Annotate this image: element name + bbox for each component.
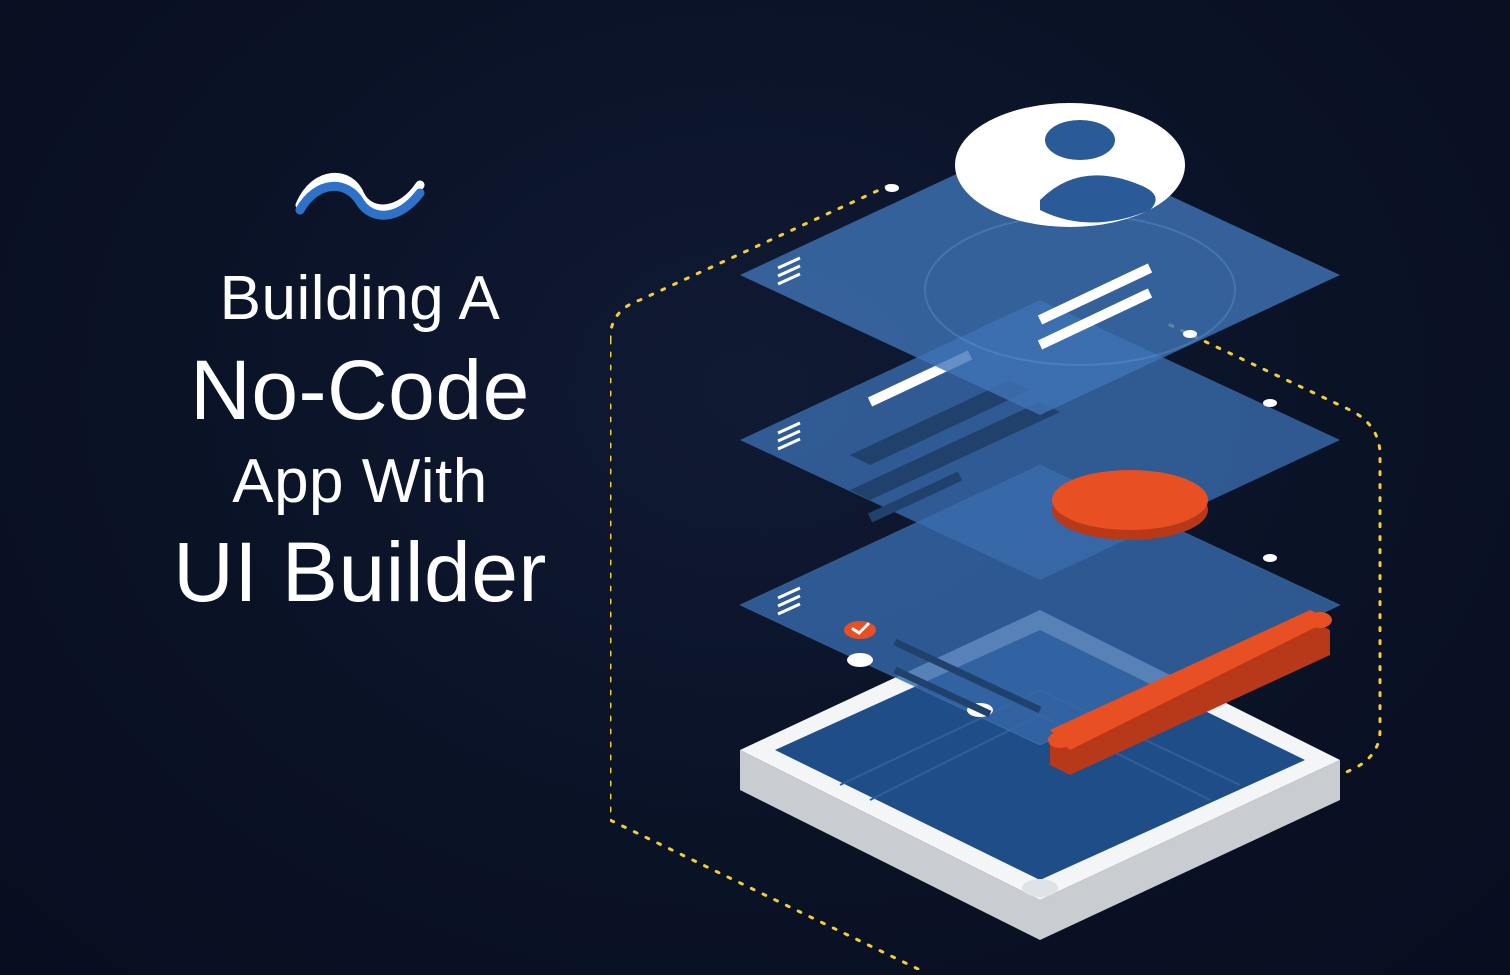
hero-line-1: Building A [120, 260, 600, 338]
hero-line-3: App With [120, 443, 600, 521]
hero-line-2: No-Code [120, 338, 600, 443]
hero-text-block: Building A No-Code App With UI Builder [120, 160, 600, 625]
connector-node-icon [1263, 399, 1277, 407]
connector-node-icon [1263, 554, 1277, 562]
isometric-phone-illustration [610, 10, 1430, 970]
backendless-logo-icon [295, 160, 425, 230]
check-badge-icon [844, 621, 876, 639]
dot-icon [847, 653, 873, 667]
connector-node-icon [885, 184, 899, 192]
orange-pill-button [1052, 470, 1208, 540]
connector-node-icon [1183, 330, 1197, 338]
hero-title: Building A No-Code App With UI Builder [120, 260, 600, 625]
hero-line-4: UI Builder [120, 520, 600, 625]
avatar-icon [955, 103, 1185, 227]
